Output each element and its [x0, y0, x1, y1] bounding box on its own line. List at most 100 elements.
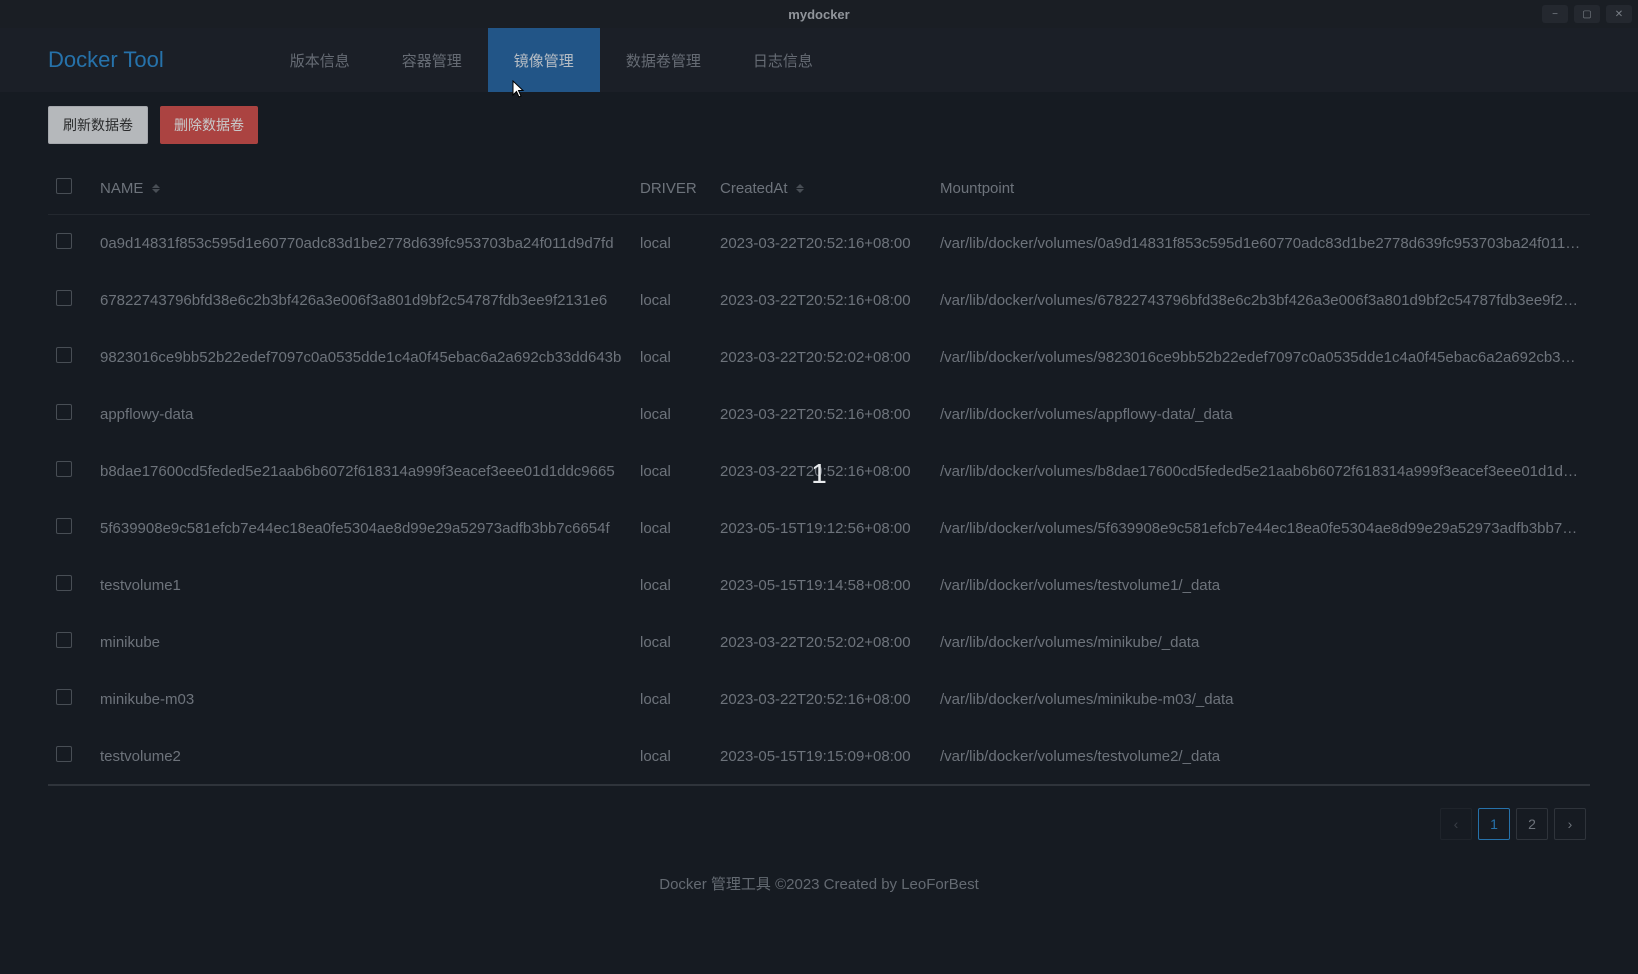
row-name: testvolume2	[92, 728, 632, 786]
minimize-button[interactable]: −	[1542, 5, 1568, 23]
pagination-prev[interactable]: ‹	[1440, 808, 1472, 840]
checkbox-icon[interactable]	[56, 518, 72, 534]
row-checkbox-cell[interactable]	[48, 329, 92, 386]
row-name: 5f639908e9c581efcb7e44ec18ea0fe5304ae8d9…	[92, 500, 632, 557]
row-checkbox-cell[interactable]	[48, 671, 92, 728]
row-driver: local	[632, 329, 712, 386]
row-name: minikube	[92, 614, 632, 671]
row-name: 0a9d14831f853c595d1e60770adc83d1be2778d6…	[92, 215, 632, 272]
delete-volumes-button[interactable]: 删除数据卷	[160, 106, 258, 144]
row-created: 2023-03-22T20:52:02+08:00	[712, 614, 932, 671]
table-row[interactable]: minikubelocal2023-03-22T20:52:02+08:00/v…	[48, 614, 1590, 671]
footer-text: Docker 管理工具 ©2023 Created by LeoForBest	[0, 873, 1638, 894]
nav-item-容器管理[interactable]: 容器管理	[376, 28, 488, 92]
table-row[interactable]: 67822743796bfd38e6c2b3bf426a3e006f3a801d…	[48, 272, 1590, 329]
table-row[interactable]: minikube-m03local2023-03-22T20:52:16+08:…	[48, 671, 1590, 728]
pagination: ‹ 12 ›	[48, 786, 1590, 840]
checkbox-icon[interactable]	[56, 404, 72, 420]
refresh-volumes-button[interactable]: 刷新数据卷	[48, 106, 148, 144]
row-created: 2023-05-15T19:15:09+08:00	[712, 728, 932, 786]
row-checkbox-cell[interactable]	[48, 614, 92, 671]
row-checkbox-cell[interactable]	[48, 386, 92, 443]
row-created: 2023-05-15T19:14:58+08:00	[712, 557, 932, 614]
row-checkbox-cell[interactable]	[48, 728, 92, 786]
mount-header-label: Mountpoint	[940, 180, 1014, 197]
table-row[interactable]: appflowy-datalocal2023-03-22T20:52:16+08…	[48, 386, 1590, 443]
table-row[interactable]: testvolume2local2023-05-15T19:15:09+08:0…	[48, 728, 1590, 786]
close-button[interactable]: ✕	[1606, 5, 1632, 23]
nav-item-日志信息[interactable]: 日志信息	[727, 28, 839, 92]
table-row[interactable]: 5f639908e9c581efcb7e44ec18ea0fe5304ae8d9…	[48, 500, 1590, 557]
select-all-header[interactable]	[48, 162, 92, 215]
pagination-page-1[interactable]: 1	[1478, 808, 1510, 840]
row-checkbox-cell[interactable]	[48, 215, 92, 272]
table-row[interactable]: b8dae17600cd5feded5e21aab6b6072f618314a9…	[48, 443, 1590, 500]
checkbox-icon[interactable]	[56, 461, 72, 477]
nav-item-数据卷管理[interactable]: 数据卷管理	[600, 28, 727, 92]
row-driver: local	[632, 272, 712, 329]
nav-items: 版本信息容器管理镜像管理数据卷管理日志信息	[264, 28, 839, 92]
row-mount: /var/lib/docker/volumes/9823016ce9bb52b2…	[932, 329, 1590, 386]
driver-column-header: DRIVER	[632, 162, 712, 215]
row-name: minikube-m03	[92, 671, 632, 728]
top-navbar: Docker Tool 版本信息容器管理镜像管理数据卷管理日志信息	[0, 28, 1638, 92]
table-row[interactable]: testvolume1local2023-05-15T19:14:58+08:0…	[48, 557, 1590, 614]
pagination-page-2[interactable]: 2	[1516, 808, 1548, 840]
checkbox-icon[interactable]	[56, 178, 72, 194]
row-mount: /var/lib/docker/volumes/5f639908e9c581ef…	[932, 500, 1590, 557]
row-created: 2023-03-22T20:52:16+08:00	[712, 443, 932, 500]
table-row[interactable]: 0a9d14831f853c595d1e60770adc83d1be2778d6…	[48, 215, 1590, 272]
row-checkbox-cell[interactable]	[48, 557, 92, 614]
mount-column-header: Mountpoint	[932, 162, 1590, 215]
name-column-header[interactable]: NAME	[92, 162, 632, 215]
row-name: testvolume1	[92, 557, 632, 614]
checkbox-icon[interactable]	[56, 233, 72, 249]
row-checkbox-cell[interactable]	[48, 500, 92, 557]
row-mount: /var/lib/docker/volumes/testvolume1/_dat…	[932, 557, 1590, 614]
window-controls: − ▢ ✕	[1542, 5, 1632, 23]
row-mount: /var/lib/docker/volumes/appflowy-data/_d…	[932, 386, 1590, 443]
row-name: 67822743796bfd38e6c2b3bf426a3e006f3a801d…	[92, 272, 632, 329]
row-created: 2023-03-22T20:52:16+08:00	[712, 671, 932, 728]
row-driver: local	[632, 386, 712, 443]
window-title: mydocker	[788, 7, 849, 22]
row-driver: local	[632, 500, 712, 557]
row-driver: local	[632, 215, 712, 272]
pagination-next[interactable]: ›	[1554, 808, 1586, 840]
sort-icon	[796, 184, 804, 193]
window-titlebar: mydocker − ▢ ✕	[0, 0, 1638, 28]
row-created: 2023-03-22T20:52:16+08:00	[712, 215, 932, 272]
row-name: appflowy-data	[92, 386, 632, 443]
table-row[interactable]: 9823016ce9bb52b22edef7097c0a0535dde1c4a0…	[48, 329, 1590, 386]
row-created: 2023-03-22T20:52:02+08:00	[712, 329, 932, 386]
checkbox-icon[interactable]	[56, 632, 72, 648]
checkbox-icon[interactable]	[56, 746, 72, 762]
action-bar: 刷新数据卷 删除数据卷	[48, 106, 1590, 144]
maximize-button[interactable]: ▢	[1574, 5, 1600, 23]
row-name: 9823016ce9bb52b22edef7097c0a0535dde1c4a0…	[92, 329, 632, 386]
row-checkbox-cell[interactable]	[48, 443, 92, 500]
row-driver: local	[632, 443, 712, 500]
row-checkbox-cell[interactable]	[48, 272, 92, 329]
row-created: 2023-03-22T20:52:16+08:00	[712, 386, 932, 443]
checkbox-icon[interactable]	[56, 347, 72, 363]
nav-item-版本信息[interactable]: 版本信息	[264, 28, 376, 92]
brand-title: Docker Tool	[48, 28, 164, 92]
content-area: 刷新数据卷 删除数据卷 1 NAME DRIVER CreatedAt	[0, 92, 1638, 840]
created-column-header[interactable]: CreatedAt	[712, 162, 932, 215]
row-driver: local	[632, 671, 712, 728]
checkbox-icon[interactable]	[56, 689, 72, 705]
volumes-table: 1 NAME DRIVER CreatedAt Mountpo	[48, 162, 1590, 786]
row-created: 2023-05-15T19:12:56+08:00	[712, 500, 932, 557]
row-mount: /var/lib/docker/volumes/67822743796bfd38…	[932, 272, 1590, 329]
name-header-label: NAME	[100, 180, 143, 197]
checkbox-icon[interactable]	[56, 290, 72, 306]
row-mount: /var/lib/docker/volumes/minikube/_data	[932, 614, 1590, 671]
row-driver: local	[632, 614, 712, 671]
checkbox-icon[interactable]	[56, 575, 72, 591]
nav-item-镜像管理[interactable]: 镜像管理	[488, 28, 600, 92]
created-header-label: CreatedAt	[720, 180, 788, 197]
sort-icon	[152, 184, 160, 193]
row-mount: /var/lib/docker/volumes/0a9d14831f853c59…	[932, 215, 1590, 272]
row-driver: local	[632, 728, 712, 786]
